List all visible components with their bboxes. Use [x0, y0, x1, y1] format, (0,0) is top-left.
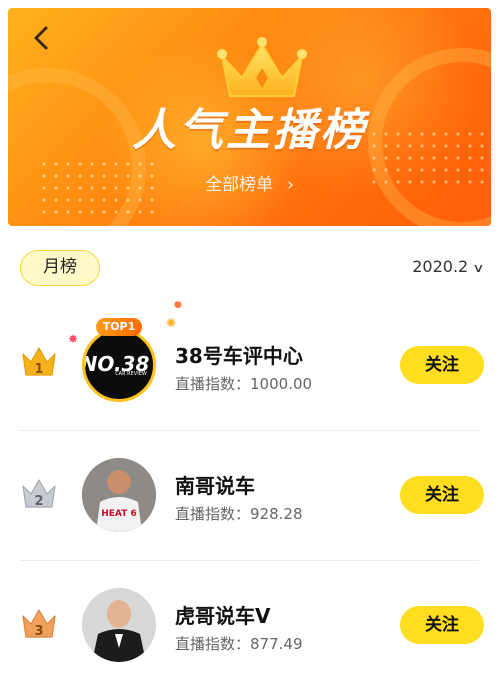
- streamer-name[interactable]: 虎哥说车V: [175, 600, 270, 629]
- live-index-label: 直播指数：: [175, 635, 251, 653]
- date-dropdown[interactable]: 2020.2 ∨: [412, 257, 485, 276]
- streamer-name[interactable]: 南哥说车: [175, 470, 255, 499]
- live-index: 直播指数：877.49: [175, 633, 303, 654]
- live-index-label: 直播指数：: [175, 375, 251, 393]
- live-index-value: 877.49: [250, 635, 303, 653]
- sparkle-icon: ●: [174, 300, 182, 310]
- follow-button[interactable]: 关注: [400, 476, 484, 514]
- live-index-value: 1000.00: [250, 375, 313, 393]
- chevron-left-icon: [34, 26, 48, 50]
- all-lists-link[interactable]: 全部榜单 ›: [8, 170, 491, 195]
- avatar-photo: HEAT 6: [82, 458, 156, 532]
- rank-number: 3: [34, 624, 43, 639]
- sparkle-icon: ✺: [166, 316, 177, 330]
- rank-number: 2: [34, 494, 43, 509]
- sparkle-icon: ✸: [68, 332, 79, 346]
- silver-crown-icon: 2: [22, 479, 56, 509]
- avatar-jersey-text: HEAT 6: [101, 509, 136, 519]
- gold-crown-icon: 1: [22, 347, 56, 377]
- live-index-label: 直播指数：: [175, 505, 251, 523]
- page-title: 人气主播榜: [132, 105, 367, 156]
- list-item[interactable]: 3 虎哥说车V 直播指数：877.49 关注: [0, 560, 499, 690]
- banner: 人气主播榜 全部榜单 ›: [8, 8, 491, 226]
- live-index-value: 928.28: [250, 505, 303, 523]
- date-value: 2020.2: [412, 257, 469, 276]
- chevron-right-icon: ›: [287, 175, 294, 195]
- avatar[interactable]: [82, 588, 156, 662]
- follow-button[interactable]: 关注: [400, 606, 484, 644]
- avatar-logo: NO.38 CAR REVIEW: [85, 352, 149, 377]
- follow-button[interactable]: 关注: [400, 346, 484, 384]
- avatar-photo: [82, 588, 156, 662]
- rank-number: 1: [34, 362, 43, 377]
- bronze-crown-icon: 3: [22, 609, 56, 639]
- all-lists-label: 全部榜单: [205, 175, 274, 195]
- avatar[interactable]: HEAT 6: [82, 458, 156, 532]
- avatar-logo-subtext: CAR REVIEW: [115, 371, 147, 377]
- live-index: 直播指数：1000.00: [175, 373, 312, 394]
- back-button[interactable]: [28, 24, 56, 52]
- top1-badge: TOP1: [96, 318, 142, 336]
- list-item[interactable]: 2 HEAT 6 南哥说车 直播指数：928.28 关注: [0, 430, 499, 560]
- live-index: 直播指数：928.28: [175, 503, 303, 524]
- list-item[interactable]: 1 NO.38 CAR REVIEW 38号车评中心 直播指数：1000.00 …: [0, 300, 499, 430]
- avatar[interactable]: NO.38 CAR REVIEW: [82, 328, 156, 402]
- period-tab-monthly[interactable]: 月榜: [20, 250, 100, 286]
- chevron-down-icon: ∨: [472, 261, 485, 275]
- streamer-name[interactable]: 38号车评中心: [175, 340, 303, 369]
